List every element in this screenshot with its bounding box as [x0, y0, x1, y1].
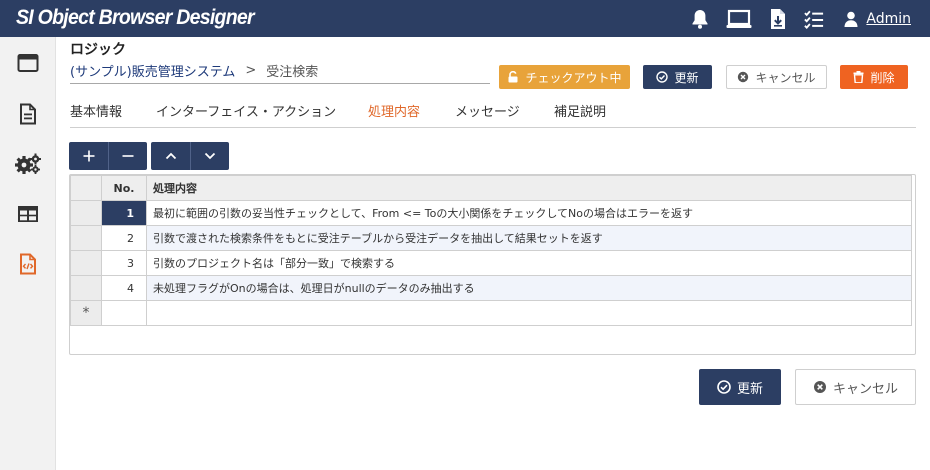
- table-row[interactable]: 4 未処理フラグがOnの場合は、処理日がnullのデータのみ抽出する: [70, 275, 912, 301]
- move-up-button[interactable]: [151, 142, 190, 170]
- bell-icon[interactable]: [690, 8, 710, 30]
- chevron-down-icon: [204, 152, 216, 160]
- new-row-number[interactable]: [101, 300, 147, 326]
- row-number: 4: [101, 275, 147, 301]
- plus-icon: [83, 150, 94, 162]
- document-icon: [20, 103, 36, 125]
- column-header-no[interactable]: No.: [101, 175, 147, 201]
- tab-bar: 基本情報 インターフェイス・アクション 処理内容 メッセージ 補足説明: [70, 100, 916, 128]
- table-icon: [18, 206, 38, 222]
- cancel-button[interactable]: キャンセル: [726, 65, 827, 89]
- table-row[interactable]: 3 引数のプロジェクト名は「部分一致」で検索する: [70, 250, 912, 276]
- breadcrumb-separator: >: [245, 63, 257, 78]
- footer-update-button[interactable]: 更新: [699, 369, 781, 405]
- move-toolbar: [151, 142, 229, 170]
- check-circle-icon: [717, 380, 731, 394]
- add-remove-group: [69, 142, 147, 170]
- monitor-icon[interactable]: [726, 8, 752, 30]
- row-number: 1: [101, 200, 147, 226]
- row-number: 3: [101, 250, 147, 276]
- user-icon: [844, 11, 858, 27]
- row-selector[interactable]: [70, 250, 102, 276]
- top-bar: SI Object Browser Designer Admin: [0, 0, 930, 37]
- trash-icon: [853, 71, 864, 83]
- new-row-marker: *: [70, 300, 102, 326]
- row-content[interactable]: 引数のプロジェクト名は「部分一致」で検索する: [146, 250, 912, 276]
- chevron-up-icon: [165, 152, 176, 160]
- remove-row-button[interactable]: [108, 142, 147, 170]
- checkout-button[interactable]: チェックアウト中: [499, 65, 630, 89]
- row-content[interactable]: 引数で渡された検索条件をもとに受注テーブルから受注データを抽出して結果セットを返…: [146, 225, 912, 251]
- gears-icon: [15, 153, 41, 174]
- table-row[interactable]: 2 引数で渡された検索条件をもとに受注テーブルから受注データを抽出して結果セット…: [70, 225, 912, 251]
- sidebar-item-settings[interactable]: [0, 144, 56, 184]
- new-row-content[interactable]: [146, 300, 912, 326]
- process-table: No. 処理内容 1 最初に範囲の引数の妥当性チェックとして、From <= T…: [70, 175, 912, 326]
- move-down-button[interactable]: [190, 142, 229, 170]
- delete-label: 削除: [870, 70, 895, 85]
- tab-supplement[interactable]: 補足説明: [554, 101, 606, 120]
- row-content[interactable]: 最初に範囲の引数の妥当性チェックとして、From <= Toの大小関係をチェック…: [146, 200, 912, 226]
- sidebar-item-table[interactable]: [0, 194, 56, 234]
- unlock-icon: [508, 71, 518, 83]
- column-header-content[interactable]: 処理内容: [146, 175, 912, 201]
- app-logo: SI Object Browser Designer: [16, 6, 255, 29]
- row-selector[interactable]: [70, 275, 102, 301]
- add-row-button[interactable]: [69, 142, 108, 170]
- checkout-label: チェックアウト中: [525, 70, 622, 85]
- table-header-row: No. 処理内容: [70, 175, 912, 201]
- code-file-icon: [20, 253, 36, 275]
- breadcrumb-current: 受注検索: [266, 65, 319, 80]
- check-circle-icon: [656, 71, 669, 83]
- tab-process-content[interactable]: 処理内容: [368, 101, 420, 120]
- row-number: 2: [101, 225, 147, 251]
- move-group: [151, 142, 229, 170]
- delete-button[interactable]: 削除: [840, 65, 908, 89]
- footer-update-label: 更新: [736, 381, 763, 397]
- sidebar-item-document[interactable]: [0, 94, 56, 134]
- row-selector-header: [70, 175, 102, 201]
- footer-cancel-label: キャンセル: [832, 381, 898, 397]
- table-row[interactable]: 1 最初に範囲の引数の妥当性チェックとして、From <= Toの大小関係をチェ…: [70, 200, 912, 226]
- new-row[interactable]: *: [70, 300, 912, 326]
- row-content[interactable]: 未処理フラグがOnの場合は、処理日がnullのデータのみ抽出する: [146, 275, 912, 301]
- update-button[interactable]: 更新: [643, 65, 712, 89]
- close-circle-icon: [813, 381, 826, 393]
- tab-interface-action[interactable]: インターフェイス・アクション: [156, 101, 336, 120]
- process-grid: No. 処理内容 1 最初に範囲の引数の妥当性チェックとして、From <= T…: [69, 174, 916, 355]
- user-name[interactable]: Admin: [866, 11, 911, 27]
- row-toolbar: [69, 142, 147, 170]
- page-title: ロジック: [70, 42, 126, 58]
- checklist-icon[interactable]: [804, 8, 824, 30]
- breadcrumb: (サンプル)販売管理システム > 受注検索: [70, 61, 490, 84]
- tab-message[interactable]: メッセージ: [455, 101, 520, 120]
- user-menu[interactable]: Admin: [844, 11, 911, 27]
- sidebar-item-window[interactable]: [0, 43, 56, 83]
- breadcrumb-link-system[interactable]: (サンプル)販売管理システム: [70, 61, 235, 80]
- minus-icon: [122, 155, 134, 157]
- header-icons: Admin: [690, 0, 930, 37]
- window-icon: [17, 54, 39, 72]
- close-circle-icon: [738, 71, 749, 83]
- sidebar: [0, 37, 56, 470]
- row-selector[interactable]: [70, 225, 102, 251]
- update-label: 更新: [674, 70, 699, 85]
- cancel-label: キャンセル: [755, 70, 816, 85]
- row-selector[interactable]: [70, 200, 102, 226]
- sidebar-item-logic[interactable]: [0, 244, 56, 284]
- download-doc-icon[interactable]: [768, 8, 788, 30]
- footer-cancel-button[interactable]: キャンセル: [795, 369, 916, 405]
- tab-basic-info[interactable]: 基本情報: [70, 101, 122, 120]
